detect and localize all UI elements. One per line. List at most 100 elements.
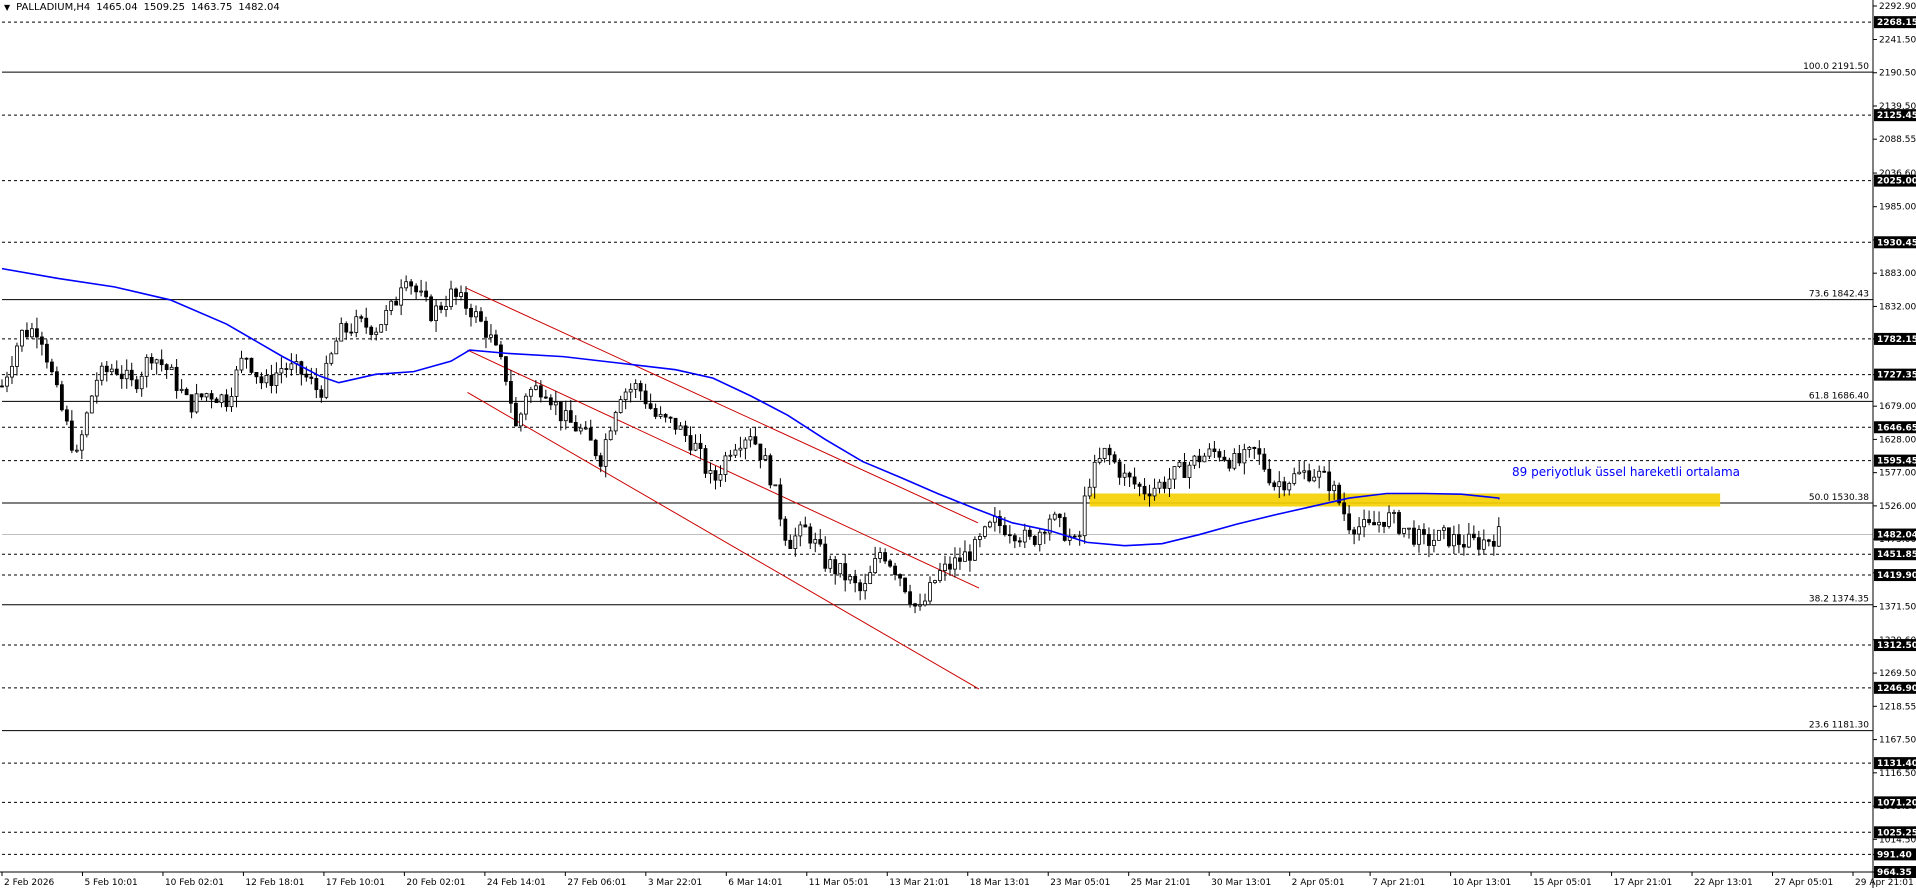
candle [778,478,783,527]
candle-body [139,375,144,390]
candle-body [828,559,833,569]
candle-body [314,378,319,391]
candle-body [1427,534,1431,546]
candle-body [703,448,708,474]
candle-body [613,412,618,432]
candle-body [359,316,364,319]
candle-body [439,305,443,310]
candle-body [958,557,962,562]
candle-body [1447,527,1451,547]
candle-body [1327,471,1332,492]
candle-body [434,305,438,322]
candle-body [1082,495,1087,537]
candle-body [1357,526,1361,535]
candle-body [938,570,942,581]
candle-body [748,436,753,441]
candle-body [124,369,129,380]
candle-body [1312,476,1317,482]
candle-body [987,521,992,528]
level-label: 1782.15 [1877,335,1916,345]
candle-body [349,331,354,334]
ohlc-open: 1465.04 [96,2,138,13]
candle-body [169,366,174,371]
candle-body [873,558,878,574]
level-label: 1312.50 [1877,641,1916,651]
candle-body [1317,470,1322,478]
candle [429,294,433,323]
price-tick-label: 1116.50 [1879,769,1916,779]
candle-body [329,353,334,364]
price-tick-label: 1269.50 [1879,669,1916,679]
candle-body [1202,455,1207,463]
candle [329,351,334,366]
price-tick-label: 2292.90 [1879,2,1916,12]
level-label: 1930.45 [1877,238,1916,248]
candle-body [1456,534,1461,545]
collapse-triangle-icon[interactable]: ▼ [4,3,10,12]
candle-body [638,383,643,392]
fibonacci-level-label: 100.0 2191.50 [1803,62,1869,72]
ohlc-low: 1463.75 [190,2,233,13]
candle-body [853,576,858,584]
candle-body [1347,513,1352,531]
candle-body [783,518,788,541]
candle-body [1287,483,1292,491]
level-label: 1646.65 [1877,423,1916,433]
time-tick-label: 17 Apr 21:01 [1614,878,1673,888]
candle-body [1212,448,1217,452]
candle-body [913,603,917,607]
candle-body [45,343,49,363]
candle-body [843,563,848,581]
candle-body [923,600,927,606]
candle-body [424,290,428,298]
candle-body [808,526,813,544]
chart-svg[interactable]: 100.0 2191.50 73.6 1842.43 61.8 1686.40 50.… [0,0,1916,888]
level-label: 964.35 [1877,868,1912,878]
price-tick-label: 1679.00 [1879,402,1916,412]
candle-body [1077,535,1082,538]
time-tick-label: 12 Feb 18:01 [245,878,304,888]
candle-body [573,421,578,432]
candle-body [733,449,738,456]
candle-body [1132,476,1137,485]
candle-body [1192,455,1197,466]
candle-body [548,397,553,406]
price-chart[interactable]: 100.0 2191.50 73.6 1842.43 61.8 1686.40 50.… [0,0,1916,888]
candle-body [1042,531,1047,534]
candle-body [698,442,703,449]
candle-body [833,559,838,575]
time-tick-label: 18 Mar 13:01 [970,878,1030,888]
candle-body [728,454,733,457]
candle-body [1332,484,1337,492]
candle-body [883,552,888,562]
price-tick-label: 2190.50 [1879,69,1916,79]
candle-body [1107,447,1112,456]
candle-body [214,398,219,404]
time-tick-label: 11 Mar 05:01 [809,878,869,888]
candle-body [499,344,503,358]
candle-body [1277,481,1282,488]
candle-body [793,535,798,550]
candle-body [888,560,893,567]
candle-body [509,381,513,404]
candle-body [593,439,598,457]
candle-body [1412,527,1416,545]
candle-body [429,296,433,322]
time-tick-label: 24 Feb 14:01 [487,878,546,888]
candle-body [933,580,937,584]
time-tick-label: 5 Feb 10:01 [84,878,137,888]
candle-body [1167,478,1172,489]
candle-body [838,563,843,575]
candle-body [1137,483,1142,487]
candle-body [813,539,818,544]
candle-body [159,359,164,366]
candle-body [1127,472,1132,478]
candle-body [753,436,758,445]
time-tick-label: 25 Mar 21:01 [1131,878,1191,888]
candle-body [1382,521,1386,527]
candle-body [469,307,473,318]
candle-body [1481,539,1486,550]
candle-body [374,331,379,335]
candle-body [603,439,608,467]
candle-body [768,455,773,486]
